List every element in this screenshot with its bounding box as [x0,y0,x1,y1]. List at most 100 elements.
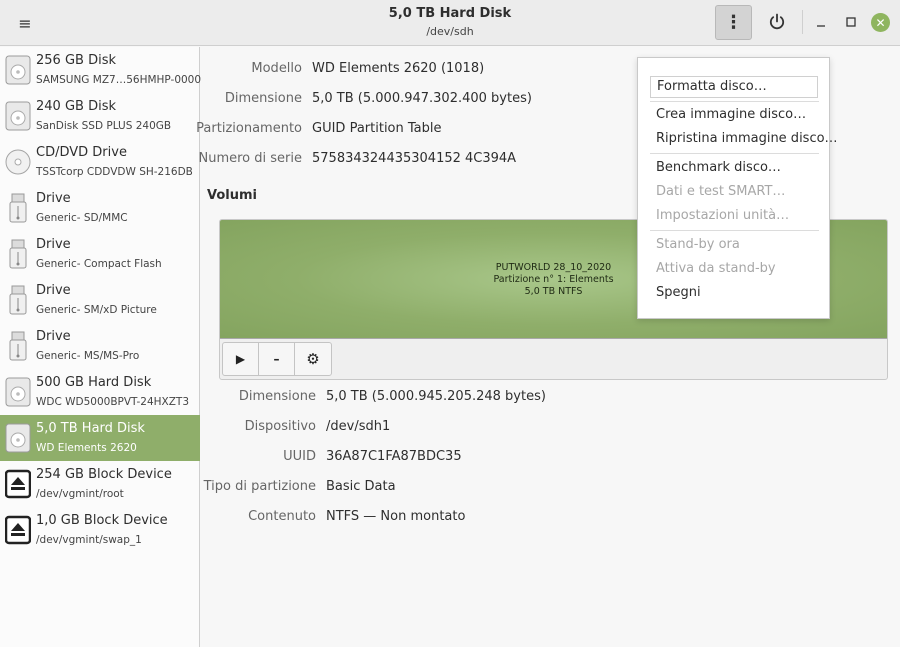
usb-drive-icon [9,239,27,269]
window-subtitle: /dev/sdh [426,25,474,38]
drive-name: CD/DVD Drive [36,145,127,160]
drive-item[interactable]: 500 GB Hard Disk WDC WD5000BPVT-24HXZT3 [0,369,200,415]
hard-disk-icon [5,101,31,131]
drive-model: Generic- SM/xD Picture [36,304,157,316]
optical-disc-icon [5,149,31,175]
volume-size-label: Dimensione [238,389,316,404]
kebab-menu-icon: ⋮ [724,12,743,33]
drive-model: /dev/vgmint/root [36,488,124,500]
drive-model: Generic- SD/MMC [36,212,128,224]
partitioning-label: Partizionamento [196,121,302,136]
serial-label: Numero di serie [198,151,303,166]
partition-type-label: Tipo di partizione [203,479,316,494]
drive-item[interactable]: CD/DVD Drive TSSTcorp CDDVDW SH-216DB [0,139,200,185]
minimize-button[interactable] [811,10,831,34]
hard-disk-icon [5,423,31,453]
eject-icon [5,469,31,499]
menu-restore-image[interactable]: Ripristina immagine disco… [656,131,838,146]
menu-format-disk[interactable]: Formatta disco… [650,76,818,98]
eject-icon [5,515,31,545]
delete-partition-button[interactable]: – [259,343,295,375]
drive-options-button[interactable]: ⋮ [715,5,752,40]
drive-model: SanDisk SSD PLUS 240GB [36,120,172,132]
drive-name: 240 GB Disk [36,99,116,114]
partition-options-button[interactable]: ⚙ [295,343,331,375]
drive-options-menu: Formatta disco… Crea immagine disco… Rip… [637,57,838,319]
app-menu-button[interactable]: ≡ [8,8,42,38]
drive-item[interactable]: 254 GB Block Device /dev/vgmint/root [0,461,200,507]
drive-item[interactable]: Drive Generic- Compact Flash [0,231,200,277]
play-icon: ▶ [235,352,246,366]
contents-label: Contenuto [248,509,316,524]
drive-model: Generic- MS/MS-Pro [36,350,140,362]
menu-separator [650,101,819,102]
close-button[interactable]: ✕ [871,13,890,32]
menu-standby-now: Stand-by ora [656,237,740,252]
drive-item[interactable]: 256 GB Disk SAMSUNG MZ7…56HMHP-00000 [0,47,208,93]
drive-name: 254 GB Block Device [36,467,172,482]
device-label: Dispositivo [244,419,316,434]
partition-type-value: Basic Data [326,479,396,494]
uuid-value: 36A87C1FA87BDC35 [326,449,462,464]
header-bar: ≡ 5,0 TB Hard Disk /dev/sdh ⋮ ✕ [0,0,900,46]
drive-item-selected[interactable]: 5,0 TB Hard Disk WD Elements 2620 [0,415,200,461]
menu-separator [650,230,819,231]
drive-item[interactable]: Drive Generic- SM/xD Picture [0,277,200,323]
drive-model: Generic- Compact Flash [36,258,162,270]
serial-value: 575834324435304152 4C394A [312,151,517,166]
drive-list: 256 GB Disk SAMSUNG MZ7…56HMHP-00000 240… [0,47,208,647]
menu-wake-from-standby: Attiva da stand-by [656,261,776,276]
mount-button[interactable]: ▶ [223,343,259,375]
menu-drive-settings: Impostazioni unità… [656,208,790,223]
menu-benchmark[interactable]: Benchmark disco… [656,160,781,175]
usb-drive-icon [9,331,27,361]
drive-name: 1,0 GB Block Device [36,513,168,528]
uuid-label: UUID [283,449,316,464]
volume-size-value: 5,0 TB (5.000.945.205.248 bytes) [326,389,546,404]
volumes-title: Volumi [207,188,257,203]
drive-item[interactable]: Drive Generic- MS/MS-Pro [0,323,200,369]
device-value: /dev/sdh1 [326,419,391,434]
drive-model: /dev/vgmint/swap_1 [36,534,142,546]
contents-value: NTFS — Non montato [326,509,466,524]
drive-item[interactable]: 1,0 GB Block Device /dev/vgmint/swap_1 [0,507,200,553]
power-icon [769,13,785,30]
menu-create-image[interactable]: Crea immagine disco… [656,107,806,122]
drive-model: WDC WD5000BPVT-24HXZT3 [36,396,190,408]
menu-power-off[interactable]: Spegni [656,285,701,300]
hard-disk-icon [5,377,31,407]
drive-model: SAMSUNG MZ7…56HMHP-00000 [36,74,208,86]
drive-name: 500 GB Hard Disk [36,375,152,390]
hard-disk-icon [5,55,31,85]
volume-toolbar: ▶ – ⚙ [222,342,332,376]
maximize-icon [846,17,856,27]
drive-name: Drive [36,329,71,344]
hamburger-icon: ≡ [18,13,32,33]
drive-name: 256 GB Disk [36,53,116,68]
drive-model: TSSTcorp CDDVDW SH-216DB [36,166,193,178]
drive-name: Drive [36,237,71,252]
window-title: 5,0 TB Hard Disk [388,6,512,21]
maximize-button[interactable] [841,10,861,34]
menu-separator [650,153,819,154]
title-area: 5,0 TB Hard Disk /dev/sdh [300,6,600,38]
header-separator [802,10,803,34]
drive-name: Drive [36,191,71,206]
close-icon: ✕ [875,15,886,30]
drive-item[interactable]: Drive Generic- SD/MMC [0,185,200,231]
partitioning-value: GUID Partition Table [312,121,442,136]
size-value: 5,0 TB (5.000.947.302.400 bytes) [312,91,532,106]
drive-item[interactable]: 240 GB Disk SanDisk SSD PLUS 240GB [0,93,200,139]
size-label: Dimensione [224,91,302,106]
model-value: WD Elements 2620 (1018) [312,61,485,76]
power-off-button[interactable] [763,8,791,36]
minus-icon: – [273,352,280,366]
minimize-icon [817,25,825,27]
drive-name: Drive [36,283,71,298]
menu-smart-data: Dati e test SMART… [656,184,786,199]
drive-name: 5,0 TB Hard Disk [36,421,145,436]
model-label: Modello [251,61,302,76]
usb-drive-icon [9,285,27,315]
usb-drive-icon [9,193,27,223]
drive-model: WD Elements 2620 [36,442,137,454]
